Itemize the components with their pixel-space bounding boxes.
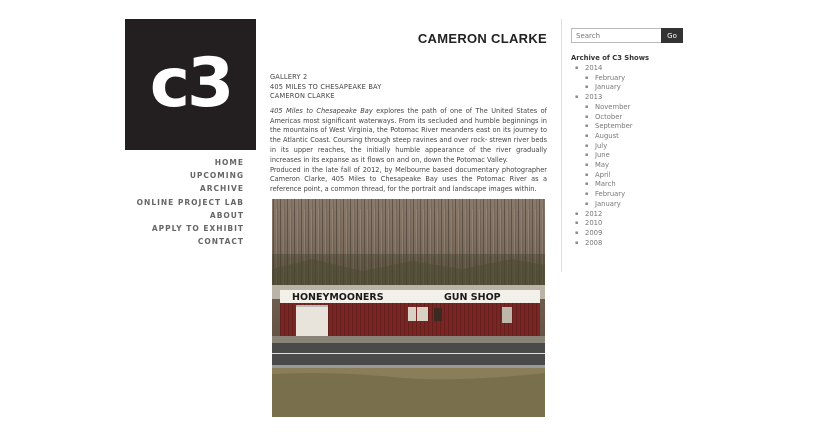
gallery-label: GALLERY 2 [270,73,308,81]
site-logo[interactable]: c3 [125,19,256,150]
production-paragraph: Produced in the late fall of 2012, by Me… [270,165,547,194]
archive-month[interactable]: July [571,142,721,152]
archive-year-2013[interactable]: 2013 [571,93,721,103]
archive-month[interactable]: November [571,103,721,113]
nav-apply-to-exhibit[interactable]: APPLY TO EXHIBIT [125,222,244,235]
exhibition-title-italic: 405 Miles to Chesapeake Bay [270,106,373,115]
archive-month[interactable]: May [571,161,721,171]
exhibition-meta: GALLERY 2 405 MILES TO CHESAPEAKE BAY CA… [270,73,547,102]
archive-month[interactable]: June [571,151,721,161]
archive-year-2010[interactable]: 2010 [571,219,721,229]
nav-about[interactable]: ABOUT [125,209,244,222]
search-button[interactable]: Go [661,28,683,43]
exhibition-name: 405 MILES TO CHESAPEAKE BAY [270,82,382,91]
archive-heading: Archive of C3 Shows [571,54,650,62]
main-nav: HOME UPCOMING ARCHIVE ONLINE PROJECT LAB… [125,156,244,248]
search-input[interactable] [571,28,665,43]
nav-contact[interactable]: CONTACT [125,235,244,248]
description-text: explores the path of one of The United S… [270,106,547,164]
archive-month[interactable]: January [571,200,721,210]
sidebar-divider [561,19,562,272]
archive-year-2012[interactable]: 2012 [571,210,721,220]
archive-month[interactable]: September [571,122,721,132]
nav-upcoming[interactable]: UPCOMING [125,169,244,182]
archive-year-2008[interactable]: 2008 [571,239,721,249]
exhibition-photo: HONEYMOONERS GUN SHOP [272,199,545,417]
photo-sign-gun-shop: GUN SHOP [444,292,501,303]
page-title: CAMERON CLARKE [417,31,547,46]
logo-text: c3 [149,44,235,123]
archive-month[interactable]: August [571,132,721,142]
artist-name: CAMERON CLARKE [270,92,335,101]
nav-home[interactable]: HOME [125,156,244,169]
archive-month[interactable]: March [571,180,721,190]
exhibition-content: GALLERY 2 405 MILES TO CHESAPEAKE BAY CA… [270,73,547,195]
archive-year-2009[interactable]: 2009 [571,229,721,239]
archive-list: 2014 February January 2013 November Octo… [571,64,721,248]
photo-sign-honeymooners: HONEYMOONERS [292,292,384,303]
archive-month[interactable]: January [571,83,721,93]
archive-month[interactable]: October [571,113,721,123]
description-paragraph: 405 Miles to Chesapeake Bay explores the… [270,107,547,166]
nav-online-project-lab[interactable]: ONLINE PROJECT LAB [125,196,244,209]
nav-archive[interactable]: ARCHIVE [125,182,244,195]
archive-year-2014[interactable]: 2014 [571,64,721,74]
archive-month[interactable]: February [571,74,721,84]
archive-month[interactable]: February [571,190,721,200]
archive-month[interactable]: April [571,171,721,181]
